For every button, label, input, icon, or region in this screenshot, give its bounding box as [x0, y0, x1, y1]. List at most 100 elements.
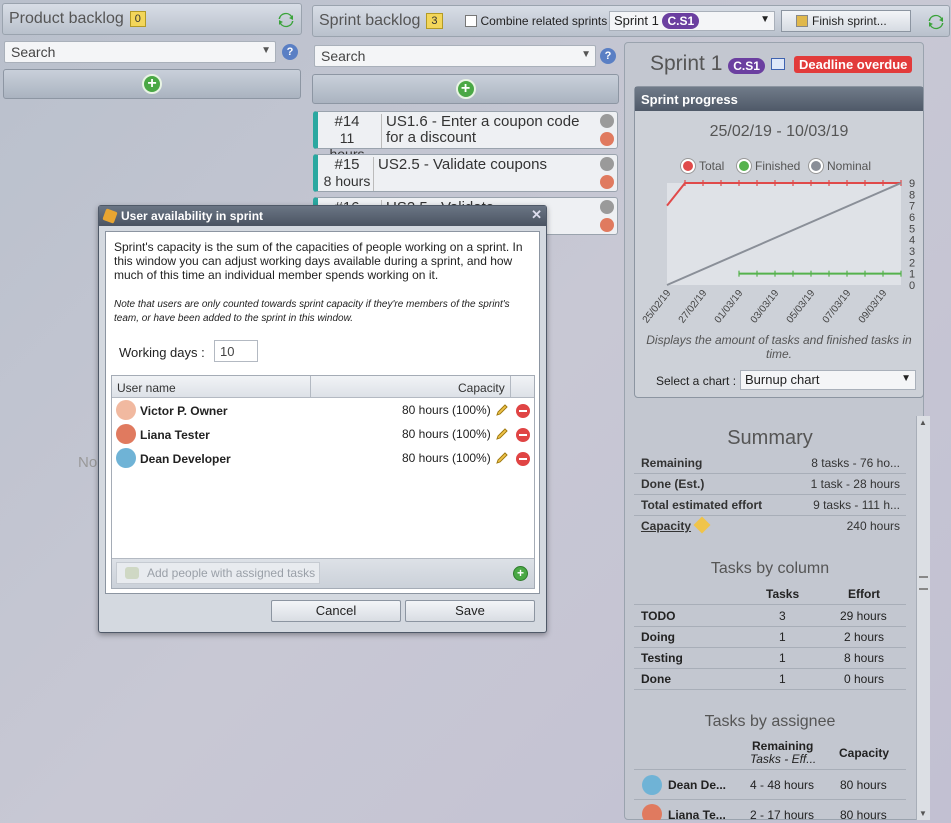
book-icon[interactable] — [770, 58, 785, 70]
tasks-by-assignee-title: Tasks by assignee — [704, 713, 836, 730]
sprint-tag: C.S1 — [728, 58, 765, 74]
header-divider — [510, 376, 511, 397]
pencil-icon[interactable] — [494, 402, 510, 418]
user-name: Liana Tester — [140, 428, 210, 442]
product-search-select[interactable]: Search ▼ — [4, 41, 276, 63]
user-availability-dialog: User availability in sprint ✕ Sprint's c… — [98, 205, 547, 633]
add-product-item-bar[interactable]: + — [3, 69, 301, 99]
remove-icon[interactable] — [516, 452, 530, 466]
tbc-effort: 29 hours — [840, 609, 887, 623]
chart-caption: Displays the amount of tasks and finishe… — [646, 333, 912, 361]
y-tick-label: 4 — [909, 235, 915, 247]
scroll-up-icon[interactable]: ▲ — [919, 418, 927, 427]
header-divider — [310, 376, 311, 397]
sprint-select[interactable]: Sprint 1 C.S1 ▼ — [609, 11, 775, 31]
tba-capacity: 80 hours — [840, 778, 887, 792]
pin-icon — [102, 208, 118, 224]
tbc-effort: 2 hours — [844, 630, 885, 644]
refresh-icon[interactable] — [927, 13, 945, 31]
legend-total[interactable]: Total — [681, 159, 724, 173]
help-icon[interactable]: ? — [600, 48, 616, 64]
summary-key: Total estimated effort — [641, 498, 763, 512]
table-row: Doing 1 2 hours — [634, 627, 906, 648]
add-people-button[interactable]: Add people with assigned tasks — [116, 562, 321, 584]
header-capacity[interactable]: Capacity — [458, 381, 505, 395]
tbc-header-effort: Effort — [848, 587, 880, 601]
combine-checkbox[interactable] — [464, 15, 477, 27]
chevron-down-icon: ▼ — [760, 14, 770, 25]
sprint-tag: C.S1 — [662, 13, 700, 29]
sprint-backlog-title: Sprint backlog — [319, 12, 421, 29]
user-row[interactable]: Victor P. Owner 80 hours (100%) — [112, 399, 534, 423]
sprint-backlog-count: 3 — [426, 13, 443, 29]
task-card[interactable]: #1411 hours US1.6 - Enter a coupon code … — [313, 111, 618, 162]
user-capacity: 80 hours (100%) — [402, 403, 491, 417]
help-icon[interactable]: ? — [282, 44, 298, 60]
x-tick-label: 07/03/19 — [821, 288, 854, 326]
sidebar-scrollbar[interactable]: ▲ ▼ — [916, 416, 930, 820]
assignee-avatar-icon — [600, 132, 614, 146]
table-row: Done 1 0 hours — [634, 669, 906, 690]
legend-finished-label: Finished — [755, 159, 801, 173]
users-grid-header: User name Capacity — [112, 376, 534, 398]
legend-total-label: Total — [699, 159, 725, 173]
y-tick-label: 6 — [909, 212, 915, 224]
pencil-icon[interactable] — [693, 516, 711, 534]
summary-value: 1 task - 28 hours — [810, 477, 900, 491]
summary-key: Done (Est.) — [641, 477, 705, 491]
task-card[interactable]: #15 8 hours US2.5 - Validate coupons — [313, 154, 618, 192]
working-days-input[interactable] — [214, 340, 258, 362]
working-days-label: Working days : — [119, 345, 205, 360]
scroll-thumb[interactable] — [919, 576, 928, 590]
chevron-down-icon: ▼ — [581, 49, 591, 60]
y-tick-label: 8 — [909, 189, 915, 201]
x-tick-label: 25/02/19 — [641, 288, 674, 326]
scroll-down-icon[interactable]: ▼ — [919, 809, 927, 818]
user-row[interactable]: Dean Developer 80 hours (100%) — [112, 447, 534, 471]
avatar — [116, 448, 136, 468]
add-icon[interactable]: + — [455, 79, 476, 99]
save-button[interactable]: Save — [405, 600, 535, 622]
dialog-title: User availability in sprint — [121, 209, 264, 223]
capacity-link[interactable]: Capacity — [641, 519, 691, 533]
summary-title: Summary — [727, 427, 813, 449]
chart-type-select[interactable]: Burnup chart ▼ — [740, 370, 916, 390]
add-icon[interactable]: + — [142, 74, 162, 94]
y-tick-label: 5 — [909, 223, 915, 235]
product-backlog-header: Product backlog 0 — [2, 3, 302, 35]
legend-nominal[interactable]: Nominal — [809, 159, 871, 173]
pencil-icon[interactable] — [494, 450, 510, 466]
add-sprint-item-bar[interactable]: + — [312, 74, 619, 104]
add-people-icon — [125, 567, 139, 579]
sprint-search-select[interactable]: Search ▼ — [314, 45, 596, 67]
user-name: Victor P. Owner — [140, 404, 228, 418]
finish-sprint-label: Finish sprint... — [812, 14, 887, 28]
table-row: Liana Te... 2 - 17 hours 80 hours — [634, 802, 906, 820]
user-row[interactable]: Liana Tester 80 hours (100%) — [112, 423, 534, 447]
pencil-icon[interactable] — [494, 426, 510, 442]
refresh-icon[interactable] — [277, 11, 295, 29]
remove-icon[interactable] — [516, 428, 530, 442]
task-id: #15 — [334, 156, 360, 173]
legend-finished[interactable]: Finished — [737, 159, 800, 173]
users-grid-footer: Add people with assigned tasks + — [112, 558, 534, 588]
summary-value: 8 tasks - 76 ho... — [811, 456, 900, 470]
add-user-icon[interactable]: + — [513, 566, 528, 581]
users-grid: User name Capacity Victor P. Owner 80 ho… — [111, 375, 535, 589]
cancel-button[interactable]: Cancel — [271, 600, 401, 622]
remove-icon[interactable] — [516, 404, 530, 418]
tbc-effort: 0 hours — [844, 672, 885, 686]
finish-sprint-button[interactable]: Finish sprint... — [781, 10, 911, 32]
date-range: 25/02/19 - 10/03/19 — [709, 123, 849, 140]
task-title: US1.6 - Enter a coupon code for a discou… — [381, 114, 601, 148]
tba-remaining: 2 - 17 hours — [750, 808, 815, 820]
tba-name: Liana Te... — [668, 808, 726, 820]
close-icon[interactable]: ✕ — [531, 207, 542, 223]
x-tick-label: 09/03/19 — [857, 288, 890, 326]
header-user-name[interactable]: User name — [117, 381, 176, 395]
finish-sprint-icon — [796, 15, 808, 27]
legend-nominal-dot — [809, 159, 823, 173]
x-tick-label: 27/02/19 — [677, 288, 710, 326]
sprint-progress-title: Sprint progress — [635, 87, 923, 111]
summary-key: Remaining — [641, 456, 703, 470]
